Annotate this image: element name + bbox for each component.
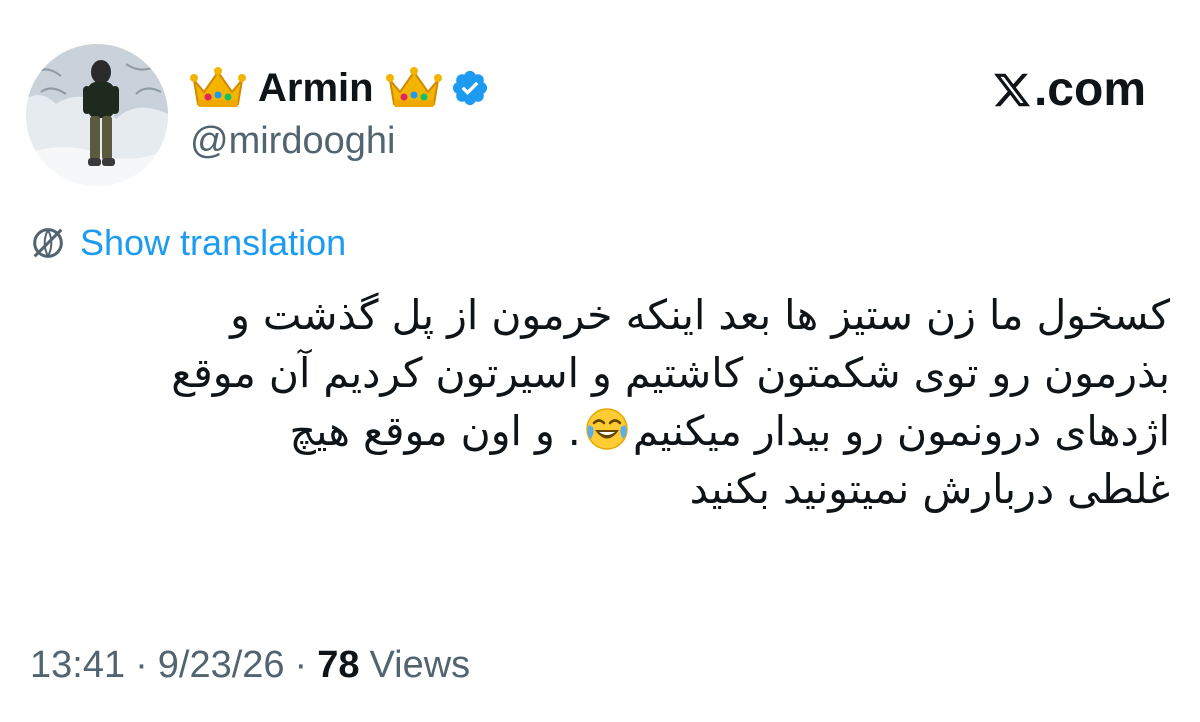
author-name-row[interactable]: Armin: [190, 58, 490, 118]
views-count[interactable]: 78: [317, 644, 359, 687]
tweet-line-part: اژدهای درونمون رو بیدار میکنیم: [632, 407, 1170, 455]
author-handle[interactable]: @mirdooghi: [190, 120, 395, 163]
brand-domain: .com: [1033, 63, 1146, 116]
tweet-date[interactable]: 9/23/26: [158, 644, 285, 687]
avatar-photo: [26, 44, 168, 186]
meta-separator: ·: [135, 644, 148, 686]
tweet-line: کسخول ما زن ستیز ها بعد اینکه خرمون از پ…: [230, 291, 1170, 339]
show-translation-label[interactable]: Show translation: [80, 222, 346, 264]
x-logo-icon: [992, 70, 1034, 110]
tweet-text: کسخول ما زن ستیز ها بعد اینکه خرمون از پ…: [20, 286, 1170, 518]
tweet-time[interactable]: 13:41: [30, 644, 125, 687]
tweet-line: بذرمون رو توی شکمتون کاشتیم و اسیرتون کر…: [171, 349, 1170, 397]
face-with-tears-of-joy-icon: [585, 407, 629, 451]
tweet-meta: 13:41 · 9/23/26 · 78 Views: [30, 644, 470, 687]
author-display-name[interactable]: Armin: [258, 66, 374, 111]
verified-badge-icon: [450, 68, 490, 108]
views-label[interactable]: Views: [369, 644, 470, 687]
show-translation-link[interactable]: Show translation: [28, 222, 346, 264]
tweet-line: اژدهای درونمون رو بیدار میکنیم . و اون م…: [20, 402, 1170, 460]
crown-emoji-icon: [190, 66, 246, 110]
tweet-line: غلطی دربارش نمیتونید بکنید: [689, 465, 1170, 513]
globe-icon: [28, 223, 68, 263]
meta-separator: ·: [294, 644, 308, 686]
crown-emoji-icon: [385, 66, 442, 110]
tweet-card: Armin @mirdooghi .com Show translation ک…: [0, 0, 1200, 722]
brand-label: .com: [992, 62, 1146, 117]
avatar[interactable]: [26, 44, 168, 186]
tweet-line-part: . و اون موقع هیچ: [289, 407, 581, 455]
